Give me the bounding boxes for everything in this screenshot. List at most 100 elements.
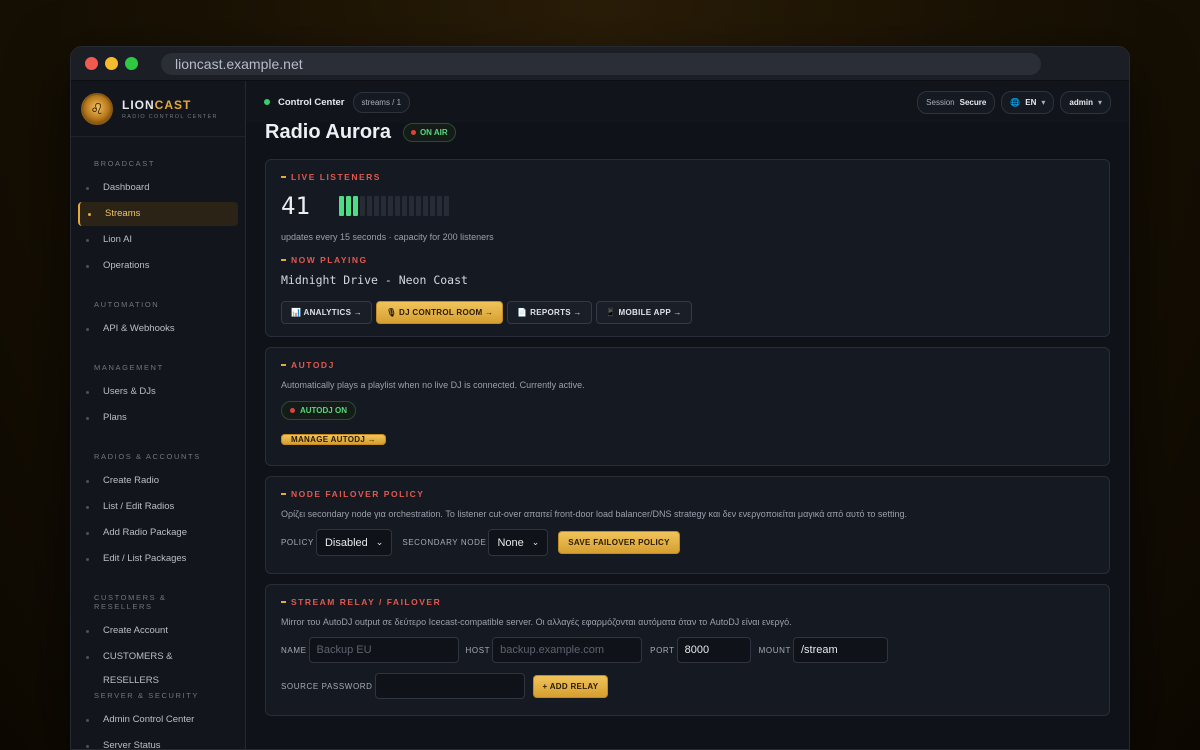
level-bar bbox=[360, 196, 365, 216]
sidebar-item-edit-list-packages[interactable]: Edit / List Packages bbox=[78, 547, 238, 571]
add-relay-button[interactable]: + ADD RELAY bbox=[533, 675, 609, 698]
relay-host-input[interactable]: backup.example.com bbox=[492, 637, 642, 663]
sidebar-item-dashboard[interactable]: Dashboard bbox=[78, 176, 238, 200]
analytics-button[interactable]: 📊 ANALYTICS → bbox=[281, 301, 372, 324]
card-title: AUTODJ bbox=[281, 360, 1094, 370]
page-title: Radio Aurora bbox=[265, 121, 391, 144]
sidebar-item-streams[interactable]: Streams bbox=[78, 202, 238, 226]
chevron-down-icon: ⌄ bbox=[532, 537, 540, 548]
stream-relay-card: STREAM RELAY / FAILOVER Mirror του AutoD… bbox=[265, 584, 1110, 716]
brand-name: LIONCAST bbox=[122, 98, 218, 112]
sidebar-item-api-webhooks[interactable]: API & Webhooks bbox=[78, 317, 238, 341]
nav-section-radios: RADIOS & ACCOUNTS bbox=[71, 452, 245, 461]
sidebar-item-add-radio-package[interactable]: Add Radio Package bbox=[78, 521, 238, 545]
relay-name-input[interactable]: Backup EU bbox=[309, 637, 459, 663]
online-status-dot bbox=[264, 99, 270, 105]
manage-autodj-button[interactable]: MANAGE AUTODJ → bbox=[281, 434, 386, 445]
level-bar bbox=[444, 196, 449, 216]
secondary-node-label: SECONDARY NODE bbox=[402, 538, 486, 547]
listeners-note: updates every 15 seconds · capacity for … bbox=[281, 232, 1094, 242]
close-window-button[interactable] bbox=[85, 57, 98, 70]
brand[interactable]: ♌ LIONCAST RADIO CONTROL CENTER bbox=[71, 81, 245, 137]
sidebar-item-users-djs[interactable]: Users & DJs bbox=[78, 380, 238, 404]
level-bar bbox=[430, 196, 435, 216]
relay-description: Mirror του AutoDJ output σε δεύτερο Icec… bbox=[281, 617, 1094, 627]
topbar: Control Center streams / 1 SessionSecure… bbox=[246, 81, 1129, 123]
autodj-status-badge: AUTODJ ON bbox=[281, 401, 356, 420]
main-content: Control Center streams / 1 SessionSecure… bbox=[246, 81, 1129, 750]
sidebar-item-lion-ai[interactable]: Lion AI bbox=[78, 228, 238, 252]
user-menu[interactable]: admin▾ bbox=[1060, 91, 1111, 114]
autodj-card: AUTODJ Automatically plays a playlist wh… bbox=[265, 347, 1110, 466]
level-bar bbox=[353, 196, 358, 216]
listener-level-meter bbox=[339, 196, 449, 216]
level-bar bbox=[346, 196, 351, 216]
level-bar bbox=[395, 196, 400, 216]
sidebar: ♌ LIONCAST RADIO CONTROL CENTER BROADCAS… bbox=[71, 81, 246, 750]
mount-label: MOUNT bbox=[759, 646, 791, 655]
reports-button[interactable]: 📄 REPORTS → bbox=[507, 301, 591, 324]
dj-control-room-button[interactable]: 🎙 DJ CONTROL ROOM → bbox=[376, 301, 503, 324]
listener-count: 41 bbox=[281, 192, 339, 220]
live-listeners-card: LIVE LISTENERS 41 updates every 15 secon… bbox=[265, 159, 1110, 337]
maximize-window-button[interactable] bbox=[125, 57, 138, 70]
sidebar-item-plans[interactable]: Plans bbox=[78, 406, 238, 430]
policy-label: POLICY bbox=[281, 538, 314, 547]
card-title: STREAM RELAY / FAILOVER bbox=[281, 597, 1094, 607]
name-label: NAME bbox=[281, 646, 307, 655]
save-failover-policy-button[interactable]: SAVE FAILOVER POLICY bbox=[558, 531, 679, 554]
status-dot-icon bbox=[290, 408, 295, 413]
breadcrumb[interactable]: streams / 1 bbox=[353, 92, 411, 113]
lion-logo-icon: ♌ bbox=[81, 93, 113, 125]
nav-section-customers: CUSTOMERS & RESELLERS bbox=[71, 593, 245, 611]
level-bar bbox=[374, 196, 379, 216]
card-title: NODE FAILOVER POLICY bbox=[281, 489, 1094, 499]
policy-select[interactable]: Disabled⌄ bbox=[316, 529, 392, 556]
sidebar-item-operations[interactable]: Operations bbox=[78, 254, 238, 278]
globe-icon: 🌐 bbox=[1010, 98, 1020, 107]
sidebar-item-server-status[interactable]: Server Status bbox=[78, 734, 238, 750]
failover-description: Ορίζει secondary node για orchestration.… bbox=[281, 509, 1094, 519]
host-label: HOST bbox=[466, 646, 491, 655]
level-bar bbox=[423, 196, 428, 216]
sidebar-item-admin-control-center[interactable]: Admin Control Center bbox=[78, 708, 238, 732]
source-password-input[interactable] bbox=[375, 673, 525, 699]
live-indicator-icon bbox=[411, 130, 416, 135]
sidebar-item-customers-resellers[interactable]: CUSTOMERS & RESELLERS bbox=[78, 645, 238, 669]
minimize-window-button[interactable] bbox=[105, 57, 118, 70]
secondary-node-select[interactable]: None⌄ bbox=[488, 529, 548, 556]
source-password-label: SOURCE PASSWORD bbox=[281, 682, 373, 691]
address-bar[interactable]: lioncast.example.net bbox=[161, 53, 1041, 75]
level-bar bbox=[437, 196, 442, 216]
chevron-down-icon: ▾ bbox=[1041, 98, 1045, 107]
level-bar bbox=[388, 196, 393, 216]
chevron-down-icon: ▾ bbox=[1098, 98, 1102, 107]
mobile-app-button[interactable]: 📱 MOBILE APP → bbox=[596, 301, 692, 324]
relay-port-input[interactable]: 8000 bbox=[677, 637, 751, 663]
port-label: PORT bbox=[650, 646, 674, 655]
level-bar bbox=[416, 196, 421, 216]
browser-titlebar: lioncast.example.net bbox=[71, 47, 1129, 81]
language-selector[interactable]: 🌐EN▾ bbox=[1001, 91, 1054, 114]
nav-section-broadcast: BROADCAST bbox=[71, 159, 245, 168]
node-failover-card: NODE FAILOVER POLICY Ορίζει secondary no… bbox=[265, 476, 1110, 574]
level-bar bbox=[409, 196, 414, 216]
browser-window: lioncast.example.net ♌ LIONCAST RADIO CO… bbox=[70, 46, 1130, 750]
level-bar bbox=[402, 196, 407, 216]
brand-subtitle: RADIO CONTROL CENTER bbox=[122, 114, 218, 120]
level-bar bbox=[367, 196, 372, 216]
sidebar-item-list-edit-radios[interactable]: List / Edit Radios bbox=[78, 495, 238, 519]
nav-section-automation: AUTOMATION bbox=[71, 300, 245, 309]
now-playing-title: NOW PLAYING bbox=[281, 255, 1094, 265]
card-title: LIVE LISTENERS bbox=[281, 172, 1094, 182]
autodj-description: Automatically plays a playlist when no l… bbox=[281, 380, 1094, 390]
relay-mount-input[interactable]: /stream bbox=[793, 637, 888, 663]
chevron-down-icon: ⌄ bbox=[376, 537, 384, 548]
on-air-badge: ON AIR bbox=[403, 123, 456, 142]
level-bar bbox=[381, 196, 386, 216]
topbar-title: Control Center bbox=[278, 97, 345, 108]
nav-section-management: MANAGEMENT bbox=[71, 363, 245, 372]
sidebar-item-create-account[interactable]: Create Account bbox=[78, 619, 238, 643]
sidebar-item-create-radio[interactable]: Create Radio bbox=[78, 469, 238, 493]
nav-section-server: SERVER & SECURITY bbox=[71, 691, 245, 700]
